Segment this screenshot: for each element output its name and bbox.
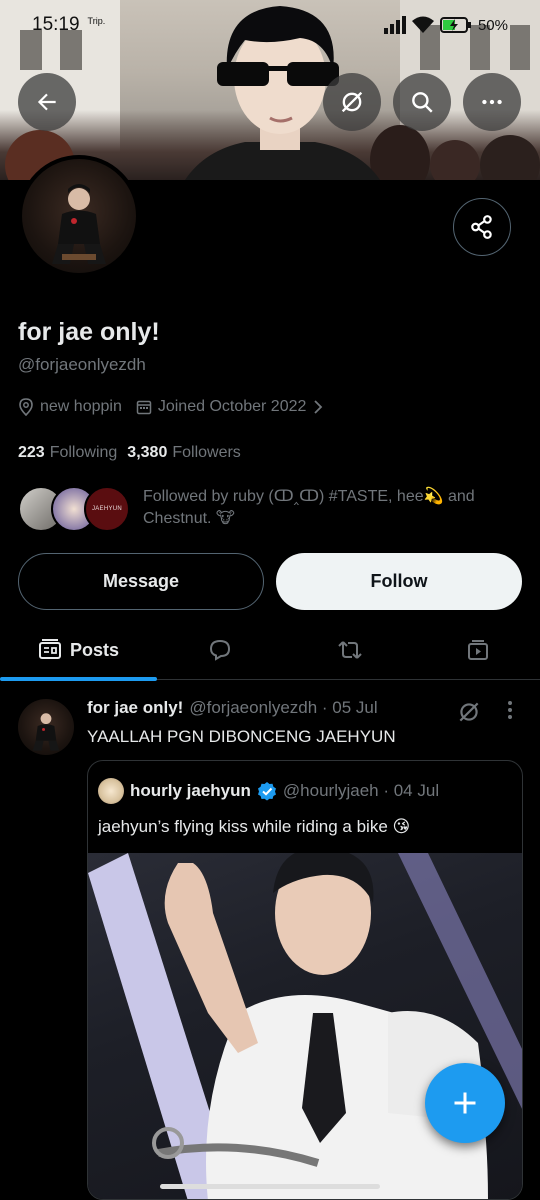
following-label: Following bbox=[49, 444, 118, 461]
profile-handle: @forjaeonlyezdh bbox=[18, 355, 146, 374]
verified-badge-icon bbox=[257, 782, 276, 801]
followers-label: Followers bbox=[172, 444, 241, 461]
location-pin-icon bbox=[19, 398, 33, 416]
media-image bbox=[88, 853, 522, 1199]
followed-by-avatars: JAEHYUN bbox=[18, 486, 130, 532]
following-link[interactable]: 223 Following bbox=[18, 444, 117, 462]
follow-button[interactable]: Follow bbox=[276, 553, 522, 610]
battery-percent: 50% bbox=[477, 16, 508, 34]
follower-avatar-text: JAEHYUN bbox=[91, 506, 123, 512]
message-button[interactable]: Message bbox=[18, 553, 264, 610]
posts-icon bbox=[38, 639, 61, 659]
compose-button[interactable] bbox=[425, 1063, 505, 1143]
reply-icon bbox=[209, 639, 231, 661]
battery-icon bbox=[439, 17, 471, 33]
followers-count: 3,380 bbox=[127, 444, 168, 461]
chevron-right-icon bbox=[314, 400, 323, 414]
media-icon bbox=[468, 640, 488, 660]
tab-posts[interactable]: Posts bbox=[0, 620, 157, 680]
more-button[interactable] bbox=[463, 73, 521, 131]
location-text: new hoppin bbox=[40, 398, 122, 415]
joined-text: Joined October 2022 bbox=[157, 398, 307, 415]
status-time: 15:19 bbox=[32, 14, 80, 35]
joined-date[interactable]: Joined October 2022 bbox=[136, 398, 325, 416]
post-author-name[interactable]: for jae only! bbox=[87, 698, 183, 718]
tab-replies[interactable] bbox=[160, 620, 280, 680]
post-avatar[interactable] bbox=[18, 699, 74, 755]
following-count: 223 bbox=[18, 444, 45, 461]
followed-by-text: Followed by ruby (ↀ‸ↀ) #TASTE, hee💫 and … bbox=[143, 488, 475, 527]
post-avatar-image bbox=[32, 713, 60, 751]
followers-link[interactable]: 3,380 Followers bbox=[127, 444, 241, 462]
avatar-image bbox=[52, 184, 106, 264]
search-button[interactable] bbox=[393, 73, 451, 131]
post-header: for jae only! @forjaeonlyezdh · 05 Jul bbox=[87, 698, 378, 718]
profile-avatar[interactable] bbox=[18, 155, 140, 277]
status-bar: 15:19 Trip. 50% bbox=[0, 0, 540, 50]
search-icon bbox=[412, 92, 433, 113]
tab-posts-label: Posts bbox=[69, 639, 120, 660]
profile-name: for jae only! bbox=[18, 318, 160, 346]
calendar-icon bbox=[136, 400, 152, 415]
tab-reposts[interactable] bbox=[290, 620, 410, 680]
follower-avatar: JAEHYUN bbox=[84, 486, 130, 532]
location: new hoppin bbox=[18, 398, 122, 416]
grok-button[interactable] bbox=[323, 73, 381, 131]
followed-by[interactable]: JAEHYUN Followed by ruby (ↀ‸ↀ) #TASTE, h… bbox=[18, 486, 522, 532]
share-icon bbox=[471, 215, 492, 239]
grok-icon bbox=[341, 91, 363, 113]
post-more-button[interactable] bbox=[500, 697, 520, 728]
home-indicator[interactable] bbox=[160, 1184, 380, 1189]
post-meta: @forjaeonlyezdh · 05 Jul bbox=[189, 698, 378, 717]
quoted-post-media[interactable] bbox=[88, 853, 522, 1199]
quoted-author-avatar bbox=[98, 778, 124, 804]
tab-media[interactable] bbox=[418, 620, 538, 680]
wifi-icon bbox=[411, 16, 434, 33]
quoted-author-name: hourly jaehyun bbox=[130, 781, 251, 800]
follow-counts: 223 Following 3,380 Followers bbox=[18, 444, 241, 462]
post-text: YAALLAH PGN DIBONCENG JAEHYUN bbox=[87, 727, 396, 746]
post-grok-button[interactable] bbox=[456, 699, 482, 730]
share-button[interactable] bbox=[453, 198, 511, 256]
back-button[interactable] bbox=[18, 73, 76, 131]
more-vertical-icon bbox=[508, 701, 512, 719]
more-horizontal-icon bbox=[482, 99, 502, 105]
signal-icon bbox=[383, 16, 406, 34]
status-carrier: Trip. bbox=[87, 16, 106, 26]
profile-meta: new hoppin Joined October 2022 bbox=[18, 398, 338, 416]
plus-icon bbox=[454, 1092, 476, 1114]
quoted-post-header: hourly jaehyun @hourlyjaeh · 04 Jul bbox=[98, 778, 439, 804]
quoted-post-meta: @hourlyjaeh · 04 Jul bbox=[282, 781, 440, 800]
grok-icon bbox=[459, 702, 479, 722]
repost-icon bbox=[338, 641, 362, 659]
quoted-post-text: jaehyun’s flying kiss while riding a bik… bbox=[98, 817, 411, 836]
arrow-left-icon bbox=[37, 93, 56, 111]
profile-tabs: Posts bbox=[0, 620, 540, 681]
